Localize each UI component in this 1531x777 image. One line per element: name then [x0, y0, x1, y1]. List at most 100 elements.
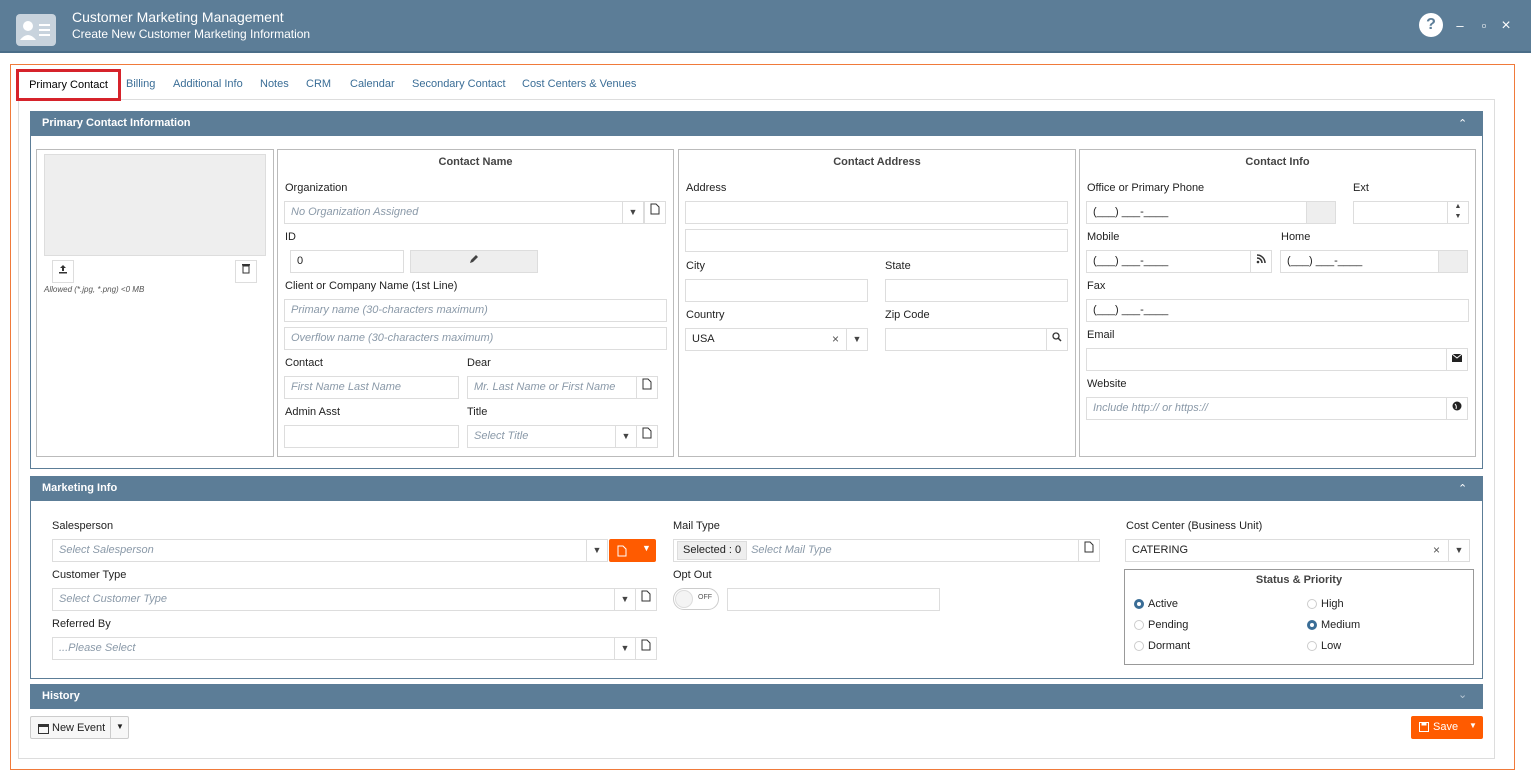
office-phone-input[interactable]: (___) ___-____ [1086, 201, 1308, 224]
city-input[interactable] [685, 279, 868, 302]
add-document-icon[interactable] [636, 376, 658, 399]
phone-icon[interactable] [1306, 201, 1336, 224]
tab-crm[interactable]: CRM [306, 78, 331, 90]
salesperson-select[interactable]: Select Salesperson [52, 539, 587, 562]
clear-icon[interactable]: × [1433, 543, 1440, 557]
section-title: Primary Contact Information [42, 117, 191, 129]
chevron-down-icon[interactable]: ▼ [614, 588, 636, 611]
help-icon[interactable]: ? [1419, 13, 1443, 37]
address-line1-input[interactable] [685, 201, 1068, 224]
rss-icon[interactable] [1250, 250, 1272, 273]
globe-icon[interactable] [1446, 397, 1468, 420]
save-button[interactable]: Save ▼ [1411, 716, 1483, 739]
search-icon[interactable] [1046, 328, 1068, 351]
opt-out-input[interactable] [727, 588, 940, 611]
contact-label: Contact [285, 357, 323, 369]
contact-input[interactable]: First Name Last Name [284, 376, 459, 399]
opt-out-toggle[interactable]: OFF [673, 588, 719, 610]
radio-active[interactable] [1134, 599, 1144, 609]
chevron-down-icon[interactable]: ▼ [586, 539, 608, 562]
website-input[interactable]: Include http:// or https:// [1086, 397, 1447, 420]
chevron-down-icon[interactable]: ▼ [846, 328, 868, 351]
admin-asst-input[interactable] [284, 425, 459, 448]
phone-icon[interactable] [1438, 250, 1468, 273]
section-title: History [42, 690, 80, 702]
history-header[interactable]: History [30, 684, 1483, 709]
minimize-button[interactable]: – [1452, 18, 1468, 34]
edit-id-button[interactable] [410, 250, 538, 273]
state-label: State [885, 260, 911, 272]
fax-input[interactable]: (___) ___-____ [1086, 299, 1469, 322]
primary-name-input[interactable]: Primary name (30-characters maximum) [284, 299, 667, 322]
address-line2-input[interactable] [685, 229, 1068, 252]
trash-icon[interactable] [235, 260, 257, 283]
tab-primary-contact[interactable]: Primary Contact [16, 69, 121, 101]
customer-type-select[interactable]: Select Customer Type [52, 588, 615, 611]
radio-pending[interactable] [1134, 620, 1144, 630]
section-title: Marketing Info [42, 482, 118, 494]
chevron-down-icon[interactable]: ▼ [615, 425, 637, 448]
mail-type-placeholder: Select Mail Type [751, 544, 832, 556]
tab-cost-centers-venues[interactable]: Cost Centers & Venues [522, 78, 636, 90]
envelope-icon[interactable] [1446, 348, 1468, 371]
zip-label: Zip Code [885, 309, 930, 321]
admin-asst-label: Admin Asst [285, 406, 341, 418]
mobile-input[interactable]: (___) ___-____ [1086, 250, 1252, 273]
id-field[interactable]: 0 [290, 250, 404, 273]
upload-icon[interactable] [52, 260, 74, 283]
add-document-icon[interactable] [635, 637, 657, 660]
add-document-icon[interactable] [644, 201, 666, 224]
add-document-icon[interactable] [1078, 539, 1100, 562]
website-label: Website [1087, 378, 1127, 390]
dear-input[interactable]: Mr. Last Name or First Name [467, 376, 637, 399]
overflow-name-input[interactable]: Overflow name (30-characters maximum) [284, 327, 667, 350]
cost-center-select[interactable]: CATERING [1125, 539, 1449, 562]
chevron-up-icon[interactable]: ⌃ [1458, 482, 1467, 495]
chevron-down-icon[interactable]: ▼ [622, 201, 644, 224]
maximize-button[interactable]: ▫ [1476, 18, 1492, 34]
add-document-icon[interactable] [636, 425, 658, 448]
close-button[interactable]: × [1498, 18, 1514, 34]
radio-medium[interactable] [1307, 620, 1317, 630]
radio-low[interactable] [1307, 641, 1317, 651]
city-label: City [686, 260, 705, 272]
state-input[interactable] [885, 279, 1068, 302]
mail-type-select[interactable]: Selected : 0 Select Mail Type [673, 539, 1079, 562]
tab-additional-info[interactable]: Additional Info [173, 78, 243, 90]
home-input[interactable]: (___) ___-____ [1280, 250, 1440, 273]
tab-billing[interactable]: Billing [126, 78, 155, 90]
organization-select[interactable]: No Organization Assigned [284, 201, 624, 224]
country-select[interactable]: USA [685, 328, 847, 351]
contact-address-box [678, 149, 1076, 457]
chevron-up-icon[interactable]: ⌃ [1458, 117, 1467, 130]
radio-dormant[interactable] [1134, 641, 1144, 651]
stepper-icon[interactable]: ▲ ▼ [1447, 201, 1469, 224]
chevron-down-icon[interactable]: ▼ [614, 637, 636, 660]
new-event-button[interactable]: New Event ▼ [30, 716, 129, 739]
fax-label: Fax [1087, 280, 1106, 292]
zip-input[interactable] [885, 328, 1047, 351]
priority-high-label: High [1321, 598, 1344, 610]
cost-center-label: Cost Center (Business Unit) [1126, 520, 1263, 532]
radio-high[interactable] [1307, 599, 1317, 609]
window-subtitle: Create New Customer Marketing Informatio… [72, 27, 311, 41]
tab-secondary-contact[interactable]: Secondary Contact [412, 78, 506, 90]
salesperson-add-button[interactable]: ▼ [609, 539, 656, 562]
ext-input[interactable] [1353, 201, 1449, 224]
clear-icon[interactable]: × [832, 332, 839, 346]
contact-name-title: Contact Name [438, 156, 513, 168]
email-input[interactable] [1086, 348, 1447, 371]
add-document-icon[interactable] [635, 588, 657, 611]
tab-notes[interactable]: Notes [260, 78, 289, 90]
marketing-header[interactable]: Marketing Info [30, 476, 1483, 501]
photo-hint: Allowed (*.jpg, *.png) <0 MB [44, 285, 145, 294]
contact-card-icon [16, 14, 56, 46]
address-label: Address [686, 182, 727, 194]
toggle-state: OFF [698, 594, 712, 601]
chevron-down-icon[interactable]: ▼ [1448, 539, 1470, 562]
chevron-down-icon[interactable]: ⌄ [1458, 688, 1467, 701]
primary-contact-header[interactable]: Primary Contact Information [30, 111, 1483, 136]
tab-calendar[interactable]: Calendar [350, 78, 395, 90]
referred-by-select[interactable]: ...Please Select [52, 637, 615, 660]
title-select[interactable]: Select Title [467, 425, 617, 448]
